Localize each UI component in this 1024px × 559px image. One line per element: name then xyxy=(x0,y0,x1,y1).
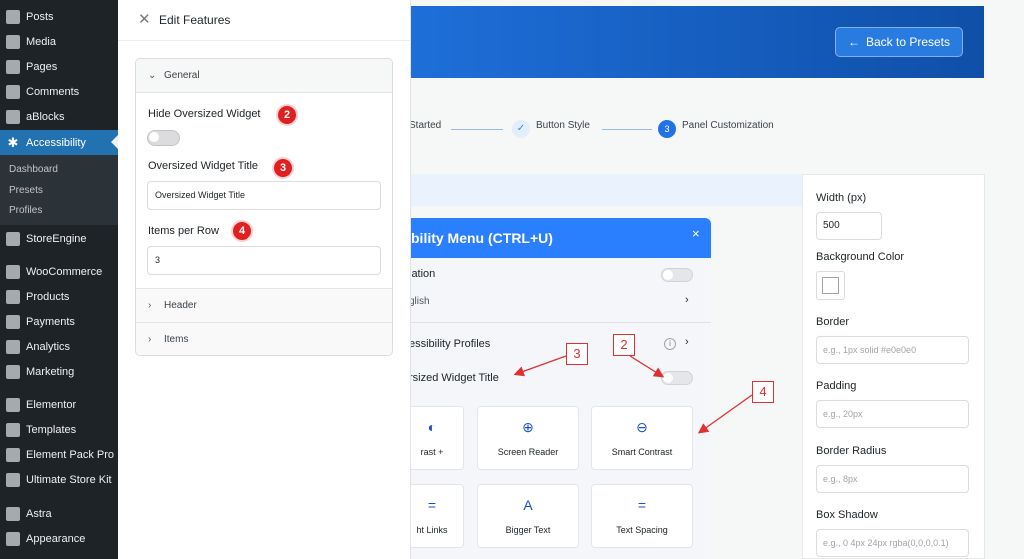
annotation-callout-3: 3 xyxy=(566,343,588,365)
annotation-arrows xyxy=(513,355,753,434)
annotation-callout-4: 4 xyxy=(752,381,774,403)
annotation-callout-2: 2 xyxy=(613,334,635,356)
